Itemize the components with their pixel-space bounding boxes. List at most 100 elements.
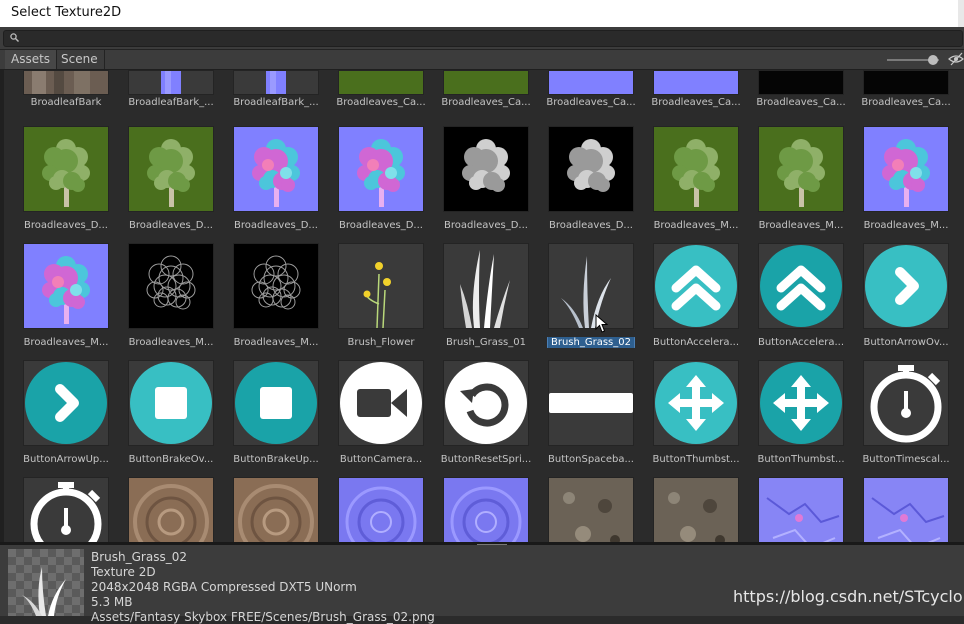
asset-thumbnail[interactable] xyxy=(23,243,109,329)
asset-thumbnail[interactable] xyxy=(653,243,739,329)
asset-label-text: ButtonThumbst... xyxy=(652,454,740,465)
asset-label-text: ButtonArrowUp... xyxy=(23,454,109,465)
asset-thumbnail[interactable] xyxy=(233,360,319,446)
asset-label-text: Brush_Flower xyxy=(347,337,415,348)
asset-label: ButtonBrakeOv... xyxy=(118,454,224,465)
left-panel-edge xyxy=(0,70,4,542)
asset-label-text: Broadleaves_M... xyxy=(128,337,214,348)
asset-thumbnail[interactable] xyxy=(338,243,424,329)
asset-label: Broadleaves_Ca... xyxy=(538,97,644,108)
asset-thumbnail[interactable] xyxy=(338,477,424,542)
tab-bar: Assets Scene xyxy=(0,50,964,70)
asset-thumbnail[interactable] xyxy=(233,70,319,95)
asset-label: BroadleafBark_... xyxy=(223,97,329,108)
asset-thumbnail[interactable] xyxy=(863,243,949,329)
asset-thumbnail[interactable] xyxy=(233,126,319,212)
asset-label: ButtonThumbst... xyxy=(643,454,749,465)
asset-thumbnail[interactable] xyxy=(128,243,214,329)
asset-thumbnail[interactable] xyxy=(128,126,214,212)
tab-assets[interactable]: Assets xyxy=(5,50,58,69)
asset-thumbnail[interactable] xyxy=(758,477,844,542)
asset-label: Broadleaves_D... xyxy=(118,220,224,231)
asset-label: Broadleaves_M... xyxy=(853,220,959,231)
asset-thumbnail[interactable] xyxy=(863,360,949,446)
asset-thumbnail[interactable] xyxy=(863,70,949,95)
asset-label-text: ButtonTimescal... xyxy=(862,454,950,465)
asset-label: Broadleaves_Ca... xyxy=(748,97,854,108)
asset-thumbnail[interactable] xyxy=(338,126,424,212)
asset-label: Broadleaves_Ca... xyxy=(328,97,434,108)
asset-label-text: Broadleaves_M... xyxy=(233,337,319,348)
asset-label: BroadleafBark xyxy=(13,97,119,108)
asset-thumbnail[interactable] xyxy=(653,360,739,446)
tab-scene[interactable]: Scene xyxy=(55,50,105,69)
asset-label: Broadleaves_M... xyxy=(223,337,329,348)
preview-asset-type: Texture 2D xyxy=(91,565,156,579)
asset-thumbnail[interactable] xyxy=(128,477,214,542)
asset-thumbnail[interactable] xyxy=(548,126,634,212)
asset-label-text: ButtonCamera... xyxy=(339,454,423,465)
asset-thumbnail[interactable] xyxy=(653,477,739,542)
preview-asset-format: 2048x2048 RGBA Compressed DXT5 UNorm xyxy=(91,580,357,594)
asset-label: Broadleaves_D... xyxy=(538,220,644,231)
asset-label: ButtonAccelera... xyxy=(748,337,854,348)
asset-label: Broadleaves_D... xyxy=(328,220,434,231)
asset-label-text: ButtonArrowOv... xyxy=(863,337,949,348)
asset-thumbnail[interactable] xyxy=(653,70,739,95)
hidden-packages-eye-icon[interactable] xyxy=(948,52,964,66)
asset-thumbnail[interactable] xyxy=(443,70,529,95)
asset-thumbnail[interactable] xyxy=(758,243,844,329)
thumbnail-size-slider-knob[interactable] xyxy=(928,55,938,65)
asset-label-text: BroadleafBark_... xyxy=(128,97,214,108)
asset-label: Brush_Grass_02 xyxy=(538,337,644,348)
asset-label-text: Broadleaves_M... xyxy=(23,337,109,348)
asset-thumbnail[interactable] xyxy=(338,360,424,446)
search-icon xyxy=(10,33,19,42)
asset-thumbnail[interactable] xyxy=(128,70,214,95)
asset-thumbnail[interactable] xyxy=(23,477,109,542)
asset-thumbnail[interactable] xyxy=(443,243,529,329)
asset-label: ButtonSpaceba... xyxy=(538,454,644,465)
asset-label: ButtonTimescal... xyxy=(853,454,959,465)
asset-thumbnail[interactable] xyxy=(758,360,844,446)
asset-label-text: Broadleaves_Ca... xyxy=(441,97,531,108)
asset-label-text: Broadleaves_Ca... xyxy=(756,97,846,108)
asset-label-text: Broadleaves_D... xyxy=(234,220,318,231)
asset-label-text: ButtonAccelera... xyxy=(757,337,844,348)
asset-thumbnail[interactable] xyxy=(23,126,109,212)
asset-thumbnail[interactable] xyxy=(653,126,739,212)
asset-label: ButtonAccelera... xyxy=(643,337,749,348)
asset-thumbnail[interactable] xyxy=(758,70,844,95)
asset-thumbnail[interactable] xyxy=(758,126,844,212)
asset-thumbnail[interactable] xyxy=(23,360,109,446)
asset-thumbnail[interactable] xyxy=(23,70,109,95)
asset-thumbnail[interactable] xyxy=(233,243,319,329)
asset-label-text: Brush_Grass_02 xyxy=(547,337,635,348)
asset-thumbnail[interactable] xyxy=(548,360,634,446)
asset-label-text: Broadleaves_D... xyxy=(444,220,528,231)
asset-label: Broadleaves_Ca... xyxy=(643,97,749,108)
asset-thumbnail[interactable] xyxy=(443,126,529,212)
asset-thumbnail[interactable] xyxy=(443,477,529,542)
asset-thumbnail[interactable] xyxy=(863,477,949,542)
asset-thumbnail[interactable] xyxy=(863,126,949,212)
search-row xyxy=(0,27,964,50)
asset-label-text: BroadleafBark xyxy=(30,97,102,108)
asset-thumbnail[interactable] xyxy=(548,477,634,542)
asset-label: Broadleaves_M... xyxy=(643,220,749,231)
asset-label-text: Brush_Grass_01 xyxy=(446,337,526,348)
asset-thumbnail[interactable] xyxy=(548,243,634,329)
asset-thumbnail[interactable] xyxy=(548,70,634,95)
asset-thumbnail[interactable] xyxy=(338,70,424,95)
asset-thumbnail[interactable] xyxy=(128,360,214,446)
search-input[interactable] xyxy=(3,30,963,47)
preview-asset-size: 5.3 MB xyxy=(91,595,133,609)
window-titlebar: Select Texture2D xyxy=(0,0,964,27)
asset-thumbnail[interactable] xyxy=(443,360,529,446)
asset-label-text: ButtonAccelera... xyxy=(652,337,739,348)
asset-label-text: BroadleafBark_... xyxy=(233,97,319,108)
asset-label-text: Broadleaves_D... xyxy=(24,220,108,231)
asset-label-text: Broadleaves_Ca... xyxy=(651,97,741,108)
asset-label-text: Broadleaves_M... xyxy=(863,220,949,231)
asset-thumbnail[interactable] xyxy=(233,477,319,542)
